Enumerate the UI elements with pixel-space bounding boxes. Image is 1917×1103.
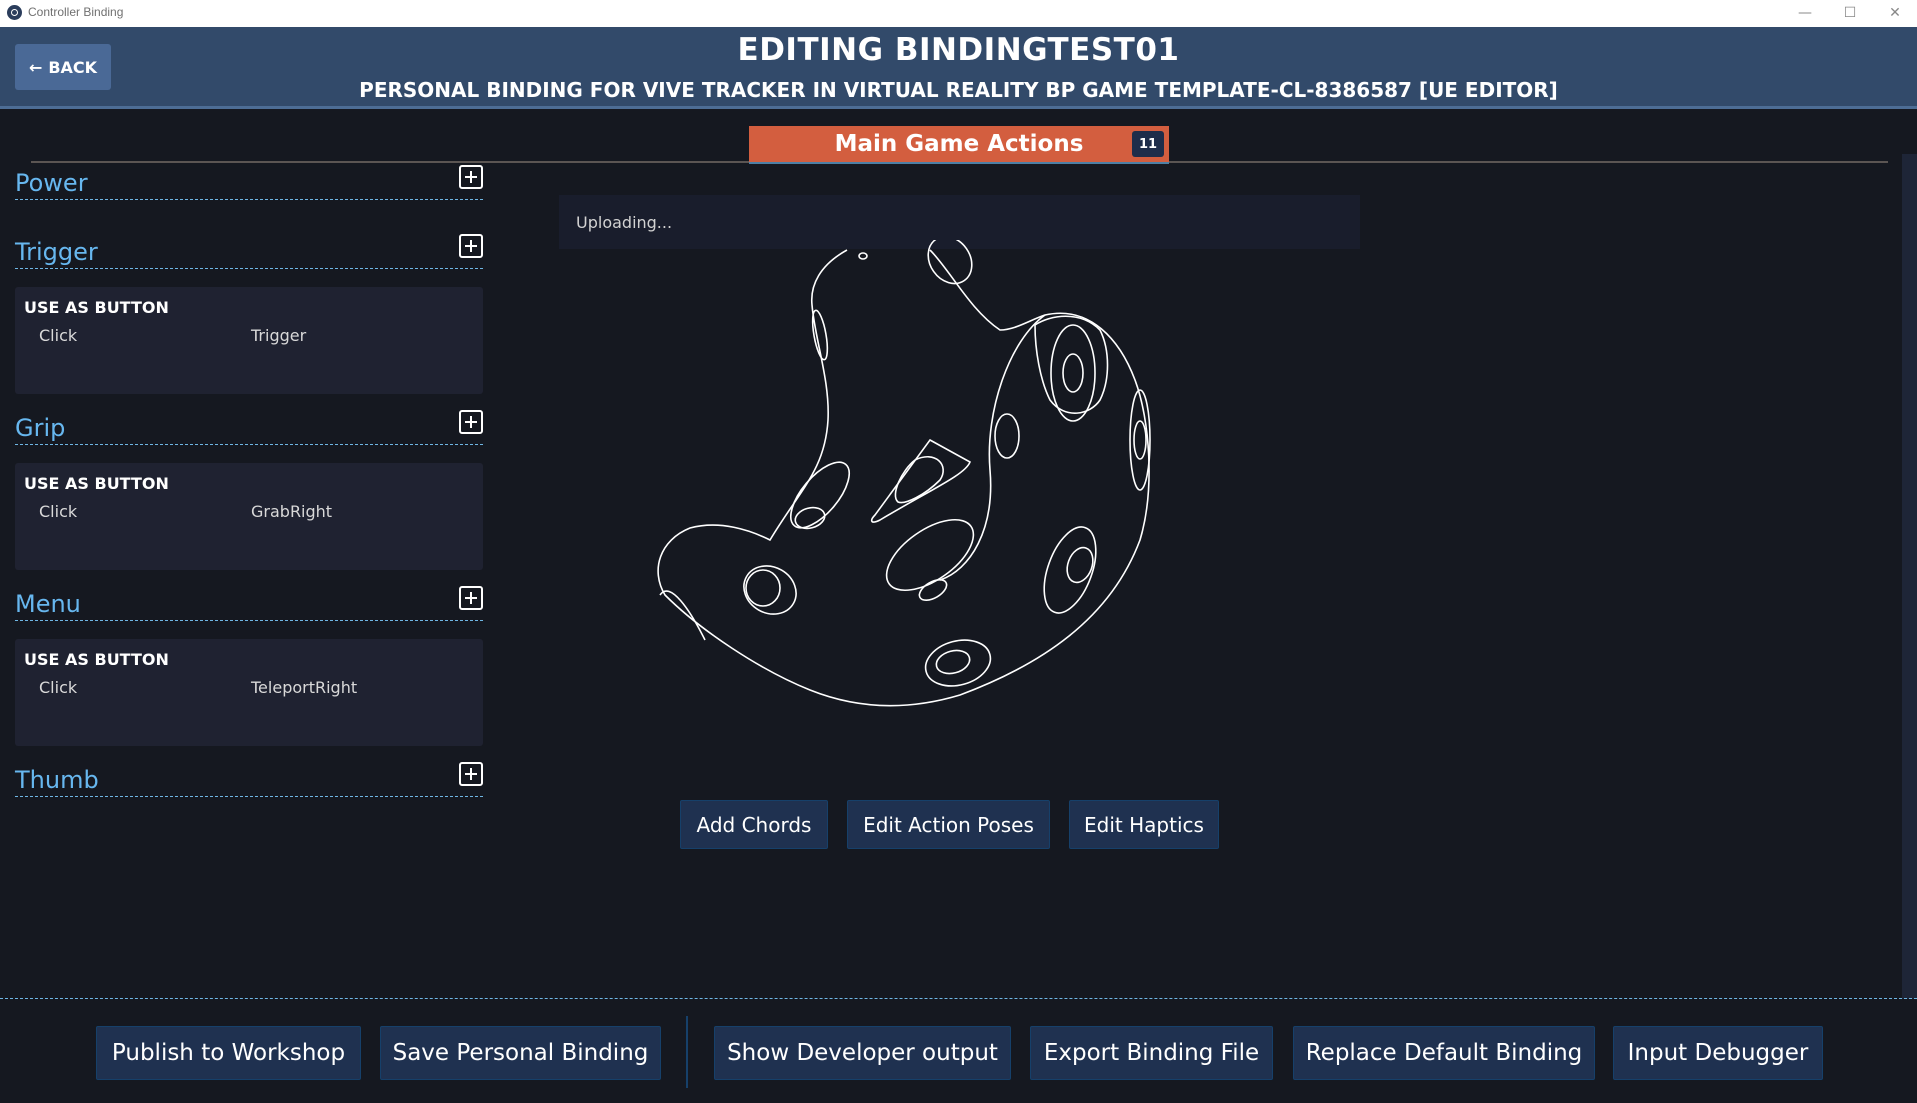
edit-action-poses-button[interactable]: Edit Action Poses: [847, 800, 1050, 849]
binding-action: TeleportRight: [251, 678, 358, 697]
binding-card[interactable]: USE AS BUTTON Click TeleportRight: [15, 639, 483, 746]
binding-input: Click: [39, 678, 78, 697]
minimize-button[interactable]: —: [1787, 2, 1823, 24]
tab-main-game-actions[interactable]: Main Game Actions 11: [749, 126, 1169, 164]
input-section-menu: Menu: [15, 584, 483, 621]
footer-divider: [0, 998, 1917, 999]
input-list: Power Trigger USE AS BUTTON Click Trigge…: [15, 163, 483, 797]
action-count-badge: 11: [1132, 131, 1164, 157]
export-binding-file-button[interactable]: Export Binding File: [1030, 1026, 1273, 1080]
binding-mode: USE AS BUTTON: [24, 474, 169, 493]
replace-default-binding-button[interactable]: Replace Default Binding: [1293, 1026, 1595, 1080]
steamvr-app-icon: [7, 5, 22, 20]
save-personal-binding-button[interactable]: Save Personal Binding: [380, 1026, 661, 1080]
binding-input: Click: [39, 502, 78, 521]
add-binding-icon[interactable]: [459, 165, 483, 189]
publish-to-workshop-button[interactable]: Publish to Workshop: [96, 1026, 361, 1080]
add-binding-icon[interactable]: [459, 234, 483, 258]
status-text: Uploading...: [576, 213, 673, 232]
close-button[interactable]: ✕: [1877, 2, 1913, 24]
input-section-grip: Grip: [15, 408, 483, 445]
binding-mode: USE AS BUTTON: [24, 298, 169, 317]
footer-button-divider: [686, 1016, 688, 1088]
add-binding-icon[interactable]: [459, 762, 483, 786]
add-binding-icon[interactable]: [459, 586, 483, 610]
scrollbar[interactable]: [1902, 154, 1917, 999]
tab-label: Main Game Actions: [834, 131, 1084, 157]
add-chords-button[interactable]: Add Chords: [680, 800, 828, 849]
binding-card[interactable]: USE AS BUTTON Click Trigger: [15, 287, 483, 394]
input-name: Power: [15, 169, 88, 197]
binding-mode: USE AS BUTTON: [24, 650, 169, 669]
input-section-thumb: Thumb: [15, 760, 483, 797]
binding-input: Click: [39, 326, 78, 345]
input-debugger-button[interactable]: Input Debugger: [1613, 1026, 1823, 1080]
input-name: Grip: [15, 414, 66, 442]
window-titlebar: Controller Binding — ☐ ✕: [0, 0, 1917, 27]
window-title: Controller Binding: [28, 5, 124, 19]
input-name: Menu: [15, 590, 81, 618]
maximize-button[interactable]: ☐: [1832, 2, 1868, 24]
show-developer-output-button[interactable]: Show Developer output: [714, 1026, 1011, 1080]
input-name: Thumb: [15, 766, 99, 794]
page-subtitle: PERSONAL BINDING FOR VIVE TRACKER IN VIR…: [359, 78, 1558, 102]
binding-action: Trigger: [251, 326, 307, 345]
input-section-power: Power: [15, 163, 483, 200]
page-title: EDITING BINDINGTEST01: [737, 32, 1180, 68]
edit-haptics-button[interactable]: Edit Haptics: [1069, 800, 1219, 849]
input-name: Trigger: [15, 238, 98, 266]
input-section-trigger: Trigger: [15, 232, 483, 269]
vive-tracker-icon: [657, 240, 1151, 707]
binding-card[interactable]: USE AS BUTTON Click GrabRight: [15, 463, 483, 570]
binding-action: GrabRight: [251, 502, 333, 521]
add-binding-icon[interactable]: [459, 410, 483, 434]
